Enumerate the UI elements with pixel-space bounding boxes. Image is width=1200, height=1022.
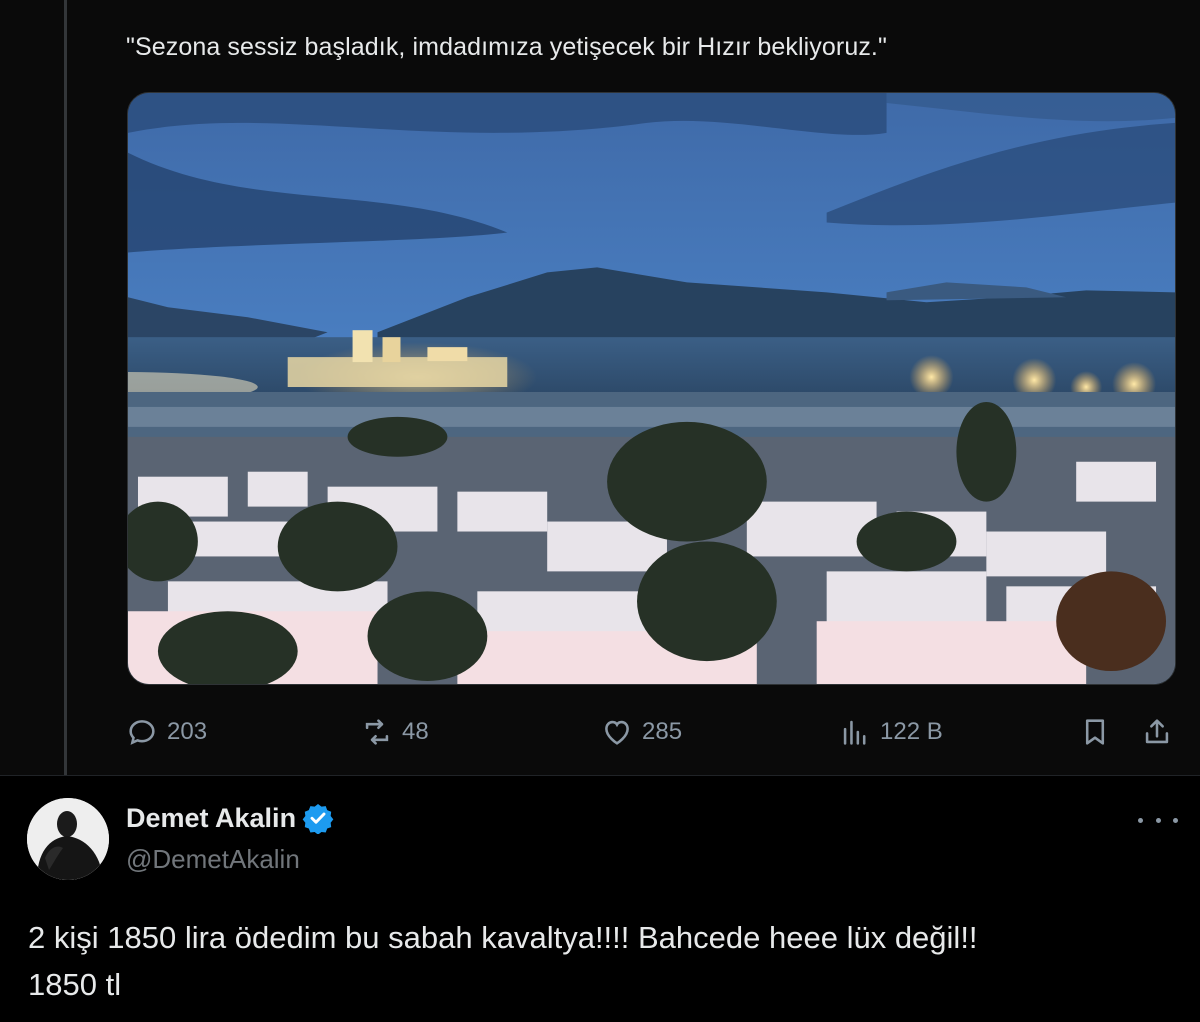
bodrum-photo-illustration <box>128 93 1175 684</box>
tweet-photo[interactable] <box>127 92 1176 685</box>
thread-connector-line <box>64 0 67 790</box>
tweet-text: "Sezona sessiz başladık, imdadımıza yeti… <box>126 33 887 61</box>
quoted-tweet[interactable]: "Sezona sessiz başladık, imdadımıza yeti… <box>0 0 1200 790</box>
reply-count: 203 <box>167 718 208 745</box>
user-avatar-image <box>27 798 109 880</box>
views-button[interactable]: 122 B <box>838 708 943 756</box>
retweet-icon <box>365 719 389 745</box>
views-count: 122 B <box>880 718 943 745</box>
tweet-text-line: 1850 tl <box>28 967 122 1002</box>
tweet-text: 2 kişi 1850 lira ödedim bu sabah kavalty… <box>28 914 1168 1008</box>
bookmark-button[interactable] <box>1078 708 1120 756</box>
tweet-text-line: 2 kişi 1850 lira ödedim bu sabah kavalty… <box>28 920 978 955</box>
retweet-count: 48 <box>402 718 429 745</box>
reply-icon <box>129 720 155 745</box>
share-button[interactable] <box>1140 708 1182 756</box>
tweet-action-bar: 203 48 285 122 B <box>0 708 1200 756</box>
reply-tweet[interactable]: Demet Akalin @DemetAkalin 2 kişi 1850 li… <box>0 776 1200 1022</box>
user-handle[interactable]: @DemetAkalin <box>126 844 300 875</box>
display-name[interactable]: Demet Akalin <box>126 802 334 834</box>
verified-badge-icon <box>302 804 334 834</box>
share-icon <box>1145 719 1169 744</box>
reply-button[interactable]: 203 <box>125 708 207 756</box>
like-count: 285 <box>642 718 683 745</box>
retweet-button[interactable]: 48 <box>360 708 429 756</box>
display-name-text: Demet Akalin <box>126 802 297 833</box>
bar-chart-icon <box>843 720 866 745</box>
bookmark-icon <box>1085 719 1105 745</box>
heart-icon <box>605 720 629 745</box>
avatar[interactable] <box>27 798 109 880</box>
more-options-icon[interactable] <box>1138 808 1178 832</box>
like-button[interactable]: 285 <box>600 708 682 756</box>
